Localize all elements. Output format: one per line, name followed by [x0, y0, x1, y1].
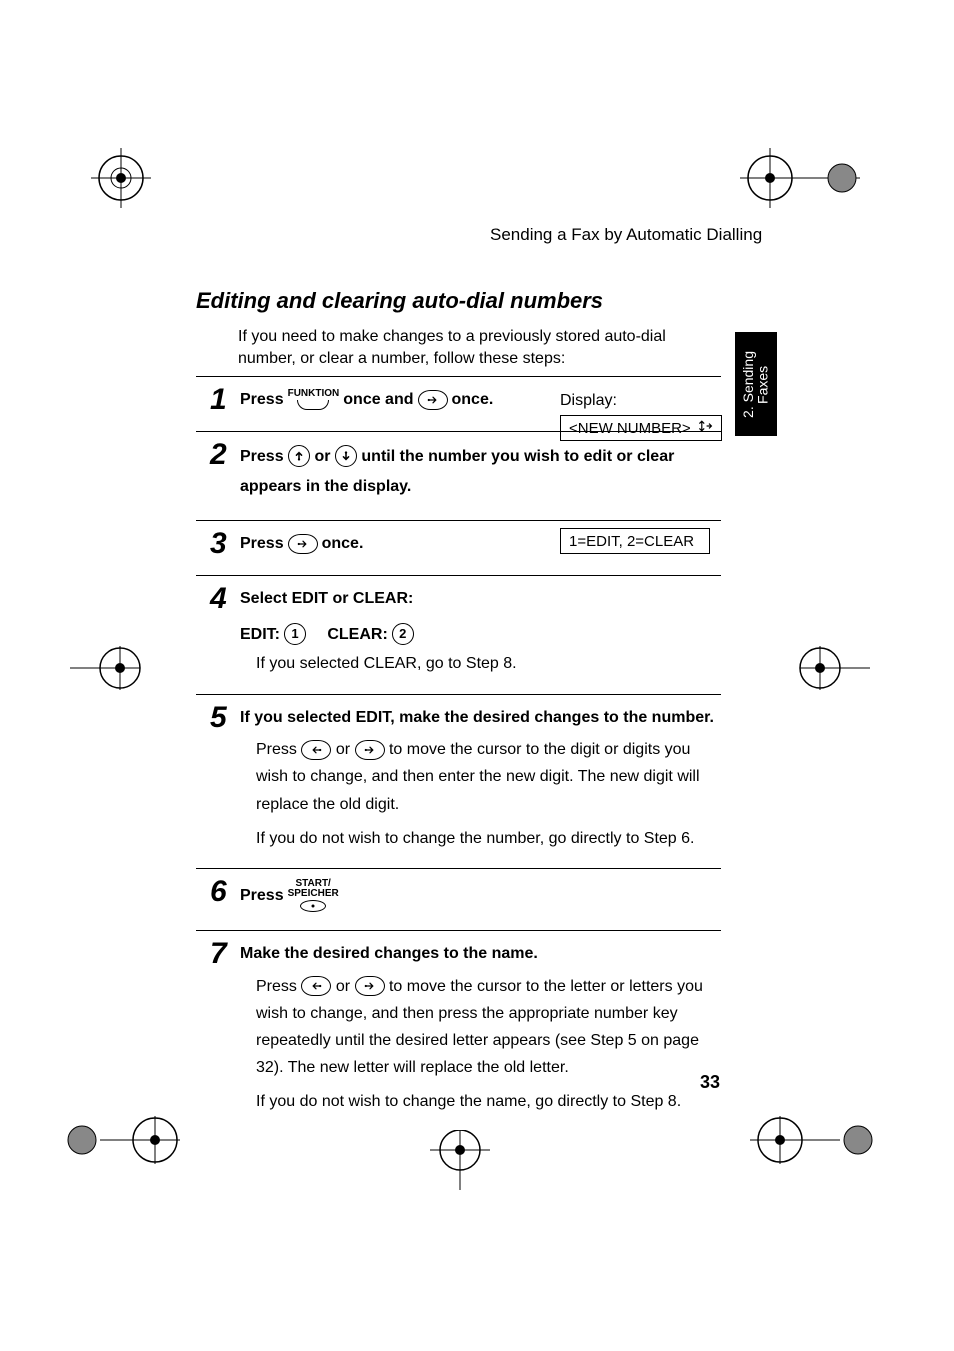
step-note: If you selected CLEAR, go to Step 8. [256, 653, 721, 675]
step-3: 3 Press once. [196, 520, 721, 575]
step-2: 2 Press or until the number you wish to … [196, 431, 721, 521]
chapter-tab: 2. Sending Faxes [735, 332, 777, 436]
edit-label: EDIT: [240, 622, 280, 648]
step-number: 1 [210, 383, 227, 417]
step-text: If you do not wish to change the name, g… [256, 1091, 721, 1113]
start-speicher-key-icon: START/ SPEICHER [288, 879, 339, 912]
up-arrow-key-icon [288, 445, 310, 467]
step-1: 1 Press FUNKTION once and once. [196, 376, 721, 431]
page: Sending a Fax by Automatic Dialling Edit… [0, 0, 954, 1351]
regmark-tl [76, 148, 166, 218]
regmark-tr [730, 148, 870, 218]
step-6: 6 Press START/ SPEICHER [196, 868, 721, 930]
step-number: 6 [210, 875, 227, 909]
step-text: Press [240, 387, 284, 413]
step-number: 5 [210, 701, 227, 735]
page-number: 33 [700, 1072, 720, 1093]
section-title: Editing and clearing auto-dial numbers [196, 288, 603, 314]
step-text: or [315, 448, 331, 465]
step-4: 4 Select EDIT or CLEAR: EDIT: 1 CLEAR: 2… [196, 575, 721, 694]
step-text: If you do not wish to change the number,… [256, 828, 721, 850]
step-number: 3 [210, 527, 227, 561]
funktion-key-label: FUNKTION [288, 389, 340, 399]
steps-list: 1 Press FUNKTION once and once. 2 [196, 376, 721, 1132]
right-arrow-key-icon [355, 740, 385, 760]
down-arrow-key-icon [335, 445, 357, 467]
intro-paragraph: If you need to make changes to a previou… [238, 326, 718, 369]
step-heading: Select EDIT or CLEAR: [240, 586, 721, 612]
step-text: Press [256, 741, 297, 758]
chapter-tab-label: 2. Sending Faxes [741, 351, 770, 418]
digit-2-key-icon: 2 [392, 623, 414, 645]
step-text: once and [343, 387, 413, 413]
funktion-key-icon: FUNKTION [288, 389, 340, 410]
step-text: Press [240, 883, 284, 909]
left-arrow-key-icon [301, 740, 331, 760]
step-text: once. [322, 531, 364, 557]
step-text: once. [452, 387, 494, 413]
regmark-ml [70, 638, 150, 698]
regmark-mr [790, 638, 870, 698]
clear-label: CLEAR: [327, 622, 387, 648]
running-header: Sending a Fax by Automatic Dialling [490, 225, 762, 245]
step-5: 5 If you selected EDIT, make the desired… [196, 694, 721, 869]
step-text: or [336, 978, 350, 995]
regmark-bc [420, 1130, 500, 1200]
step-number: 2 [210, 438, 227, 472]
right-arrow-key-icon [355, 976, 385, 996]
right-arrow-key-icon [418, 390, 448, 410]
step-7: 7 Make the desired changes to the name. … [196, 930, 721, 1132]
right-arrow-key-icon [288, 534, 318, 554]
step-text: Press [240, 448, 284, 465]
regmark-br [740, 1110, 880, 1180]
left-arrow-key-icon [301, 976, 331, 996]
step-text: Press [256, 978, 297, 995]
step-number: 7 [210, 937, 227, 971]
digit-1-key-icon: 1 [284, 623, 306, 645]
step-heading: If you selected EDIT, make the desired c… [240, 705, 721, 731]
step-number: 4 [210, 582, 227, 616]
regmark-bl [60, 1110, 190, 1180]
step-heading: Make the desired changes to the name. [240, 941, 721, 967]
step-text: Press [240, 531, 284, 557]
start-label-line2: SPEICHER [288, 889, 339, 899]
step-text: or [336, 741, 350, 758]
